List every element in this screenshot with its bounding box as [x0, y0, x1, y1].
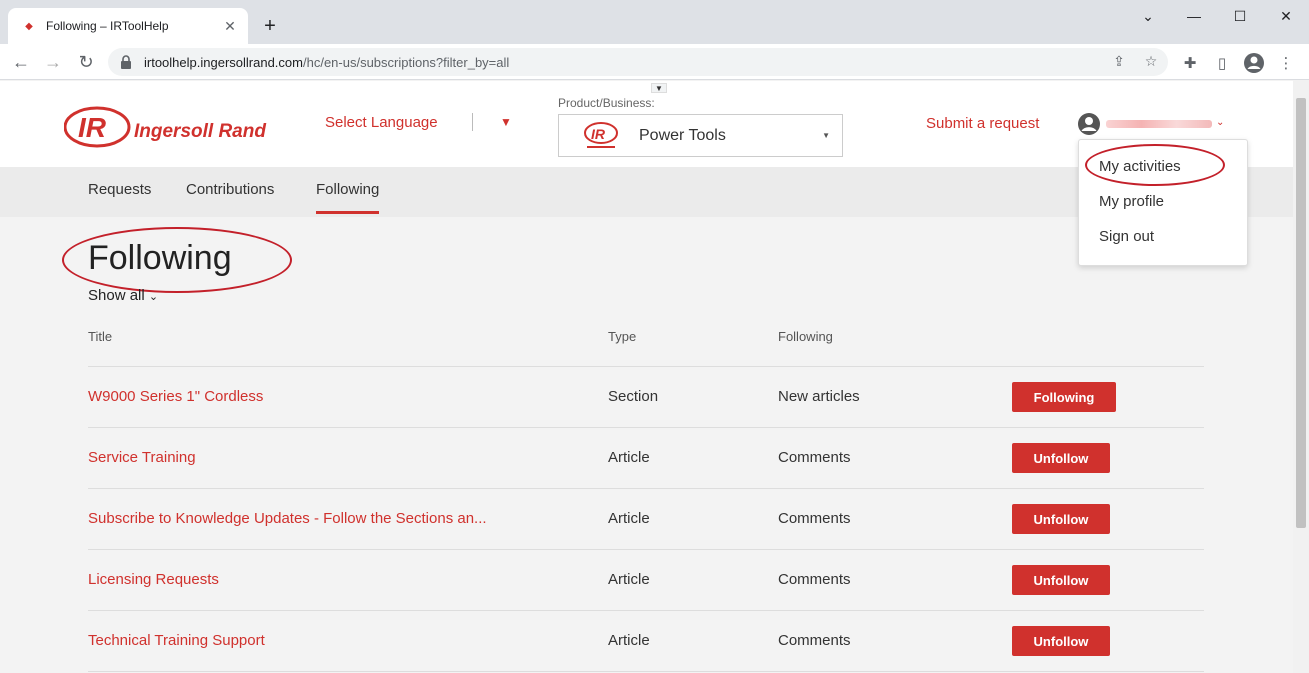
user-name-redacted[interactable] [1106, 120, 1212, 128]
header-following: Following [778, 329, 833, 344]
table-row: W9000 Series 1" Cordless Section New art… [88, 367, 1204, 428]
header-type: Type [608, 329, 637, 344]
ir-small-logo-icon: IR [583, 121, 619, 151]
unfollow-button[interactable]: Unfollow [1012, 565, 1110, 595]
row-type: Section [608, 388, 659, 405]
collapse-arrow-icon[interactable]: ▼ [651, 83, 667, 93]
row-type: Article [608, 571, 650, 588]
row-type: Article [608, 449, 650, 466]
extensions-icon[interactable]: ✚ [1179, 52, 1201, 74]
menu-item-my-profile[interactable]: My profile [1099, 193, 1164, 210]
row-title-link[interactable]: Technical Training Support [88, 632, 265, 649]
product-business-select[interactable]: IR Power Tools ▼ [558, 114, 843, 157]
user-dropdown-menu: My activities My profile Sign out [1078, 139, 1248, 266]
product-business-label: Product/Business: [558, 96, 655, 110]
filter-label: Show all [88, 287, 145, 304]
row-title-link[interactable]: Licensing Requests [88, 571, 219, 588]
row-type: Article [608, 510, 650, 527]
row-following: New articles [778, 388, 860, 405]
row-title-link[interactable]: W9000 Series 1" Cordless [88, 388, 263, 405]
table-row: Service Training Article Comments Unfoll… [88, 428, 1204, 489]
url-path: /hc/en-us/subscriptions?filter_by=all [302, 54, 510, 70]
profile-icon[interactable] [1243, 52, 1265, 74]
browser-tabstrip: ◆ Following – IRToolHelp ✕ + ⌄ — ☐ ✕ [0, 0, 1309, 44]
scrollbar-thumb[interactable] [1296, 98, 1306, 528]
submit-request-link[interactable]: Submit a request [926, 115, 1039, 132]
divider [472, 113, 473, 131]
language-dropdown-arrow-icon[interactable]: ▼ [500, 115, 512, 129]
share-icon[interactable]: ⇪ [1108, 50, 1130, 72]
filter-dropdown[interactable]: Show all ⌄ [88, 287, 158, 304]
row-title-link[interactable]: Subscribe to Knowledge Updates - Follow … [88, 510, 487, 527]
tab-following[interactable]: Following [316, 181, 380, 214]
row-following: Comments [778, 510, 851, 527]
reload-icon[interactable]: ↻ [73, 49, 99, 75]
annotation-circle [62, 227, 292, 293]
new-tab-icon[interactable]: + [258, 14, 282, 38]
annotation-circle [1085, 144, 1225, 186]
maximize-icon[interactable]: ☐ [1220, 4, 1260, 28]
page-scrollbar[interactable] [1293, 80, 1309, 673]
browser-tab[interactable]: ◆ Following – IRToolHelp ✕ [8, 8, 248, 44]
tab-requests[interactable]: Requests [88, 181, 151, 211]
select-caret-icon: ▼ [822, 131, 830, 140]
row-following: Comments [778, 449, 851, 466]
row-type: Article [608, 632, 650, 649]
following-table: Title Type Following W9000 Series 1" Cor… [88, 321, 1204, 672]
tab-contributions[interactable]: Contributions [186, 181, 274, 211]
side-panel-icon[interactable]: ▯ [1211, 52, 1233, 74]
row-following: Comments [778, 632, 851, 649]
table-row: Licensing Requests Article Comments Unfo… [88, 550, 1204, 611]
ingersoll-rand-logo[interactable]: IR Ingersoll Rand [63, 105, 274, 149]
unfollow-button[interactable]: Unfollow [1012, 504, 1110, 534]
unfollow-button[interactable]: Unfollow [1012, 626, 1110, 656]
browser-toolbar: ← → ↻ irtoolhelp.ingersollrand.com/hc/en… [0, 44, 1309, 80]
bookmark-star-icon[interactable]: ☆ [1140, 50, 1162, 72]
svg-text:IR: IR [78, 112, 107, 143]
minimize-icon[interactable]: — [1174, 4, 1214, 28]
user-avatar-icon[interactable] [1077, 112, 1101, 136]
select-language-link[interactable]: Select Language [325, 114, 438, 131]
table-row: Technical Training Support Article Comme… [88, 611, 1204, 672]
window-close-icon[interactable]: ✕ [1266, 4, 1306, 28]
row-following: Comments [778, 571, 851, 588]
menu-item-sign-out[interactable]: Sign out [1099, 228, 1154, 245]
svg-text:Ingersoll Rand: Ingersoll Rand [134, 121, 266, 142]
user-chevron-down-icon[interactable]: ⌄ [1216, 117, 1224, 128]
chevron-down-icon: ⌄ [148, 291, 159, 303]
back-icon[interactable]: ← [8, 49, 34, 75]
url-domain: irtoolhelp.ingersollrand.com [144, 54, 303, 70]
favicon-icon: ◆ [25, 20, 33, 32]
table-header: Title Type Following [88, 321, 1204, 367]
header-title: Title [88, 329, 113, 344]
table-row: Subscribe to Knowledge Updates - Follow … [88, 489, 1204, 550]
tab-title: Following – IRToolHelp [46, 19, 169, 33]
lock-icon [120, 55, 134, 69]
tab-search-icon[interactable]: ⌄ [1128, 4, 1168, 28]
menu-kebab-icon[interactable]: ⋮ [1275, 52, 1297, 74]
row-title-link[interactable]: Service Training [88, 449, 196, 466]
forward-icon[interactable]: → [40, 49, 66, 75]
address-bar[interactable]: irtoolhelp.ingersollrand.com/hc/en-us/su… [108, 48, 1168, 76]
web-page: IR Ingersoll Rand Select Language ▼ Prod… [0, 81, 1293, 673]
unfollow-button[interactable]: Unfollow [1012, 443, 1110, 473]
tab-close-icon[interactable]: ✕ [222, 18, 238, 34]
svg-text:IR: IR [591, 126, 606, 142]
product-business-value: Power Tools [639, 126, 726, 144]
following-button[interactable]: Following [1012, 382, 1116, 412]
